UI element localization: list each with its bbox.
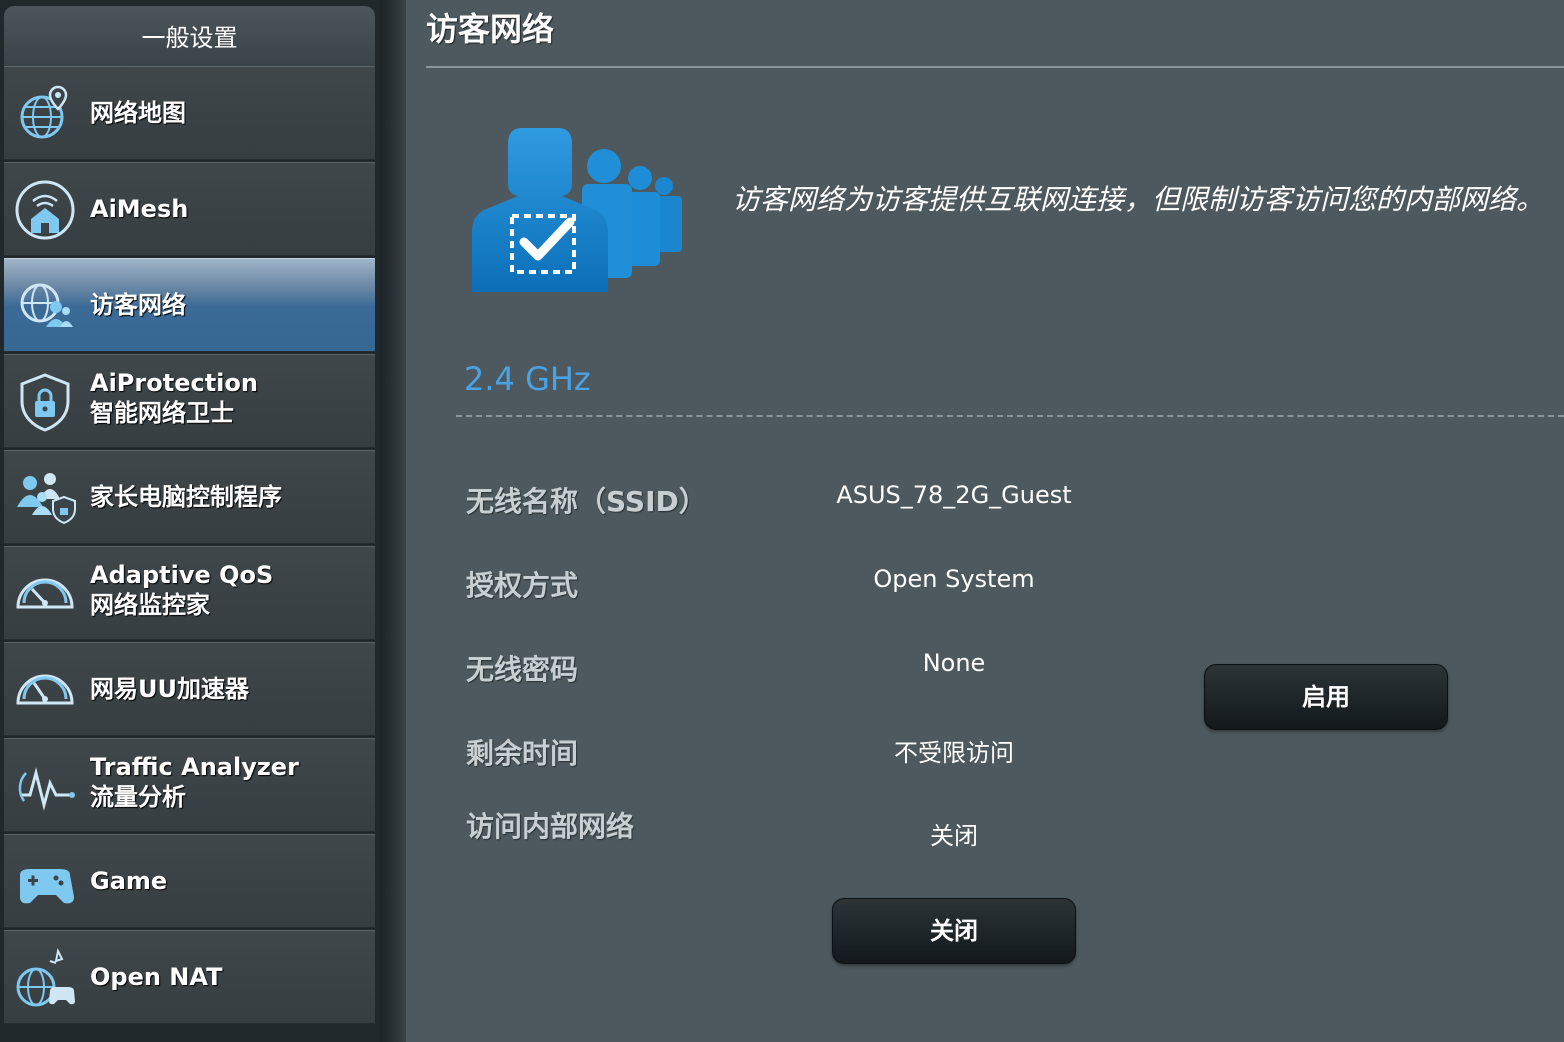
sidebar-shadow — [380, 0, 406, 1042]
speedometer-icon — [16, 578, 74, 609]
sidebar-item-label: 网易UU加速器 — [90, 675, 249, 703]
wireless-password-value: None — [922, 649, 986, 677]
band-divider — [456, 415, 1564, 417]
sidebar-item-label: 网络地图 — [90, 99, 186, 127]
page-title: 访客网络 — [426, 10, 555, 48]
sidebar-item-open-nat[interactable]: Open NAT — [4, 930, 375, 1024]
sidebar-item-network-map[interactable]: 网络地图 — [4, 66, 375, 160]
title-divider — [426, 66, 1564, 68]
sidebar-item-label: AiProtection — [90, 369, 258, 397]
sidebar-item-sublabel: 流量分析 — [90, 783, 186, 811]
ssid-value: ASUS_78_2G_Guest — [836, 481, 1072, 509]
sidebar-item-sublabel: 网络监控家 — [90, 591, 210, 619]
ssid-label: 无线名称（SSID） — [466, 485, 707, 518]
sidebar-item-label: 家长电脑控制程序 — [90, 483, 282, 511]
globe-gamepad-icon — [16, 947, 75, 1007]
wireless-password-label: 无线密码 — [466, 653, 579, 686]
sidebar-item-label: Traffic Analyzer — [90, 753, 299, 781]
sidebar-item-label: Open NAT — [90, 963, 223, 991]
band-label: 2.4 GHz — [464, 360, 591, 398]
close-button[interactable]: 关闭 — [832, 898, 1076, 964]
auth-method-value: Open System — [873, 565, 1035, 593]
sidebar-item-traffic-analyzer[interactable]: Traffic Analyzer 流量分析 — [4, 738, 375, 832]
sidebar-item-parental-control[interactable]: 家长电脑控制程序 — [4, 450, 375, 544]
gamepad-icon — [20, 869, 74, 904]
sidebar-item-uu-accelerator[interactable]: 网易UU加速器 — [4, 642, 375, 736]
parental-control-icon — [17, 473, 76, 525]
remaining-time-value: 不受限访问 — [894, 739, 1014, 767]
sidebar-item-label: Adaptive QoS — [90, 561, 274, 589]
remaining-time-label: 剩余时间 — [466, 737, 579, 770]
sidebar-item-aiprotection[interactable]: AiProtection 智能网络卫士 — [4, 354, 375, 448]
guest-globe-icon — [20, 283, 73, 327]
sidebar-item-adaptive-qos[interactable]: Adaptive QoS 网络监控家 — [4, 546, 375, 640]
intranet-access-value: 关闭 — [930, 822, 978, 850]
speedometer-icon — [16, 674, 74, 705]
intranet-access-label: 访问内部网络 — [466, 810, 635, 843]
sidebar-item-label: 访客网络 — [90, 291, 186, 319]
sidebar-item-label: Game — [90, 867, 168, 895]
guest-users-icon — [472, 128, 682, 292]
auth-method-label: 授权方式 — [466, 569, 579, 602]
sidebar-item-game[interactable]: Game — [4, 834, 375, 928]
sidebar-item-guest-network[interactable]: 访客网络 — [4, 258, 375, 352]
main-panel: 访客网络 访客网络为访客提供互联网连接，但限制访客访问您的内部网络。 2.4 G… — [406, 0, 1564, 1042]
sidebar-header: 一般设置 — [4, 6, 375, 68]
sidebar-item-aimesh[interactable]: AiMesh — [4, 162, 375, 256]
globe-pin-icon — [20, 85, 68, 139]
enable-button[interactable]: 启用 — [1204, 664, 1448, 730]
shield-lock-icon — [20, 373, 70, 432]
sidebar-item-sublabel: 智能网络卫士 — [90, 399, 234, 427]
sidebar-item-label: AiMesh — [90, 195, 189, 223]
traffic-wave-icon — [18, 767, 75, 811]
guest-network-description: 访客网络为访客提供互联网连接，但限制访客访问您的内部网络。 — [732, 183, 1545, 216]
sidebar: 一般设置 网络地图 AiMesh 访客网络 AiProtection 智能网络卫… — [0, 0, 380, 1042]
mesh-home-icon — [15, 180, 75, 240]
